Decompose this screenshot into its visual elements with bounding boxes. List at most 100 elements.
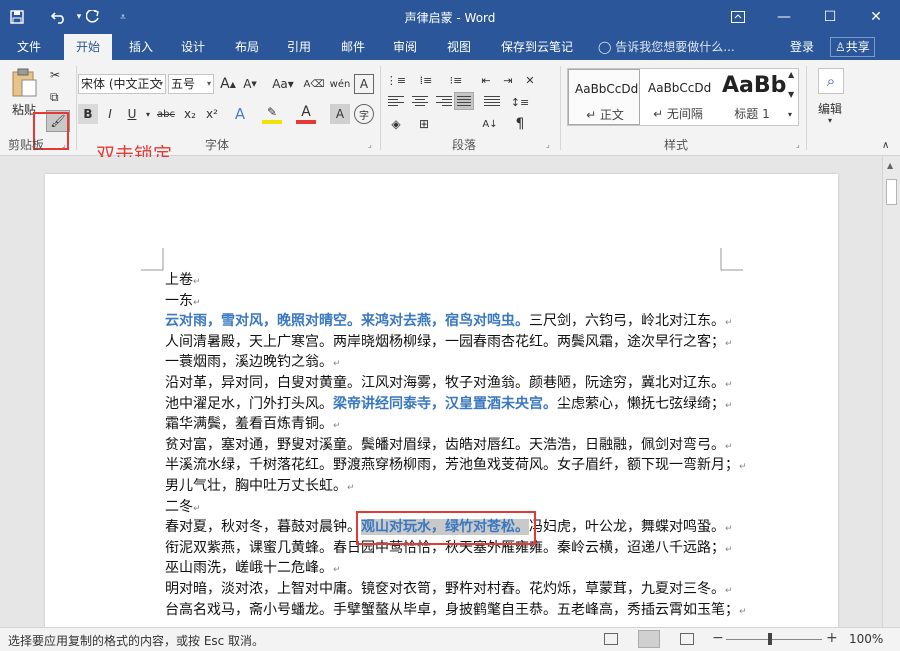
- subscript-button[interactable]: x₂: [180, 104, 200, 124]
- zoom-out-icon[interactable]: −: [712, 630, 724, 646]
- tab-save-to-cloud[interactable]: 保存到云笔记: [494, 34, 580, 60]
- gallery-scroll-down-icon[interactable]: ▼: [788, 90, 794, 99]
- bullets-icon[interactable]: ⋮≡: [386, 70, 406, 90]
- document-line[interactable]: 男儿气壮，胸中吐万丈长虹。↵: [165, 476, 725, 497]
- strikethrough-button[interactable]: abc: [154, 104, 178, 124]
- document-line[interactable]: 霜华满鬓，羞看百炼青铜。↵: [165, 414, 725, 435]
- clipboard-launcher-icon[interactable]: ⌟: [62, 140, 66, 149]
- tab-references[interactable]: 引用: [278, 34, 320, 60]
- enclose-characters-icon[interactable]: 字: [354, 104, 374, 124]
- close-button[interactable]: ✕: [856, 4, 896, 30]
- document-line[interactable]: 贫对富，塞对通，野叟对溪童。鬓皤对眉绿，齿皓对唇红。天浩浩，日融融，佩剑对弯弓。…: [165, 435, 733, 456]
- styles-launcher-icon[interactable]: ⌟: [796, 140, 800, 149]
- increase-indent-icon[interactable]: ⇥: [498, 70, 518, 90]
- bold-button[interactable]: B: [78, 104, 98, 124]
- editing-dropdown-icon[interactable]: ▾: [828, 116, 832, 125]
- web-layout-icon[interactable]: [680, 633, 694, 645]
- justify-icon[interactable]: [454, 92, 474, 110]
- ribbon-display-options-icon[interactable]: [718, 4, 758, 30]
- tab-view[interactable]: 视图: [438, 34, 480, 60]
- character-shading-icon[interactable]: A: [330, 104, 350, 124]
- gallery-more-icon[interactable]: ▾: [788, 110, 792, 119]
- align-left-icon[interactable]: [388, 96, 404, 108]
- tab-layout[interactable]: 布局: [226, 34, 268, 60]
- read-mode-icon[interactable]: [604, 633, 618, 645]
- editing-button[interactable]: 编辑: [818, 100, 842, 117]
- maximize-button[interactable]: ☐: [810, 4, 850, 30]
- document-line[interactable]: 明对暗，淡对浓，上智对中庸。镜奁对衣笥，野杵对村舂。花灼烁，草蒙茸，九夏对三冬。…: [165, 579, 733, 600]
- phonetic-guide-icon[interactable]: wén: [330, 74, 351, 94]
- align-center-icon[interactable]: [412, 96, 428, 108]
- font-name-combo[interactable]: 宋体 (中文正文 ▾: [78, 74, 166, 94]
- distributed-icon[interactable]: [484, 96, 500, 108]
- chinese-layout-icon[interactable]: ✕: [520, 70, 540, 90]
- highlight-color-icon[interactable]: ✎: [262, 104, 282, 124]
- paragraph-launcher-icon[interactable]: ⌟: [546, 140, 550, 149]
- zoom-slider[interactable]: [726, 639, 822, 640]
- minimize-button[interactable]: —: [764, 4, 804, 30]
- document-line[interactable]: 池中濯足水，门外打头风。梁帝讲经同泰寺，汉皇置酒未央宫。尘虑萦心，懒抚七弦绿绮；…: [165, 394, 733, 415]
- decrease-indent-icon[interactable]: ⇤: [476, 70, 496, 90]
- style-heading-1[interactable]: AaBb 标题 1: [716, 69, 798, 125]
- tab-file[interactable]: 文件: [8, 34, 50, 60]
- share-button[interactable]: ♙共享: [830, 37, 875, 57]
- copy-icon[interactable]: ⧉: [50, 90, 59, 105]
- search-icon[interactable]: ⌕: [818, 68, 844, 94]
- cut-icon[interactable]: ✂: [50, 68, 60, 82]
- font-color-icon[interactable]: A: [296, 104, 316, 124]
- document-line[interactable]: 一东↵: [165, 291, 725, 312]
- margin-corner-mark: [141, 248, 164, 271]
- tab-mailings[interactable]: 邮件: [332, 34, 374, 60]
- document-line[interactable]: 上卷↵: [165, 270, 725, 291]
- tab-design[interactable]: 设计: [172, 34, 214, 60]
- login-link[interactable]: 登录: [790, 34, 814, 60]
- paste-icon[interactable]: [10, 68, 40, 98]
- document-line[interactable]: 半溪流水绿，千树落花红。野渡燕穿杨柳雨，芳池鱼戏芰荷风。女子眉纤，额下现一弯新月…: [165, 455, 747, 476]
- highlighted-text: 云对雨，雪对风，晚照对晴空。来鸿对去燕，宿鸟对鸣虫。: [165, 313, 529, 330]
- document-line[interactable]: 沿对革，异对同，白叟对黄童。江风对海雾，牧子对渔翁。颜巷陋，阮途穷，冀北对辽东。…: [165, 373, 733, 394]
- tab-home[interactable]: 开始: [64, 34, 112, 60]
- vertical-scrollbar[interactable]: ▲: [882, 157, 900, 627]
- scroll-thumb[interactable]: [886, 179, 897, 205]
- shrink-font-icon[interactable]: A ▼: [240, 74, 260, 94]
- collapse-ribbon-icon[interactable]: ∧: [882, 140, 889, 151]
- zoom-in-icon[interactable]: +: [826, 630, 838, 646]
- borders-icon[interactable]: ⊞: [414, 114, 434, 134]
- shading-icon[interactable]: ◈: [386, 114, 406, 134]
- print-layout-icon[interactable]: [638, 630, 660, 648]
- document-line[interactable]: 一蓑烟雨，溪边晚钓之翁。↵: [165, 352, 725, 373]
- align-right-icon[interactable]: [436, 96, 452, 108]
- gallery-scroll-up-icon[interactable]: ▲: [788, 70, 794, 79]
- font-launcher-icon[interactable]: ⌟: [368, 140, 372, 149]
- document-line[interactable]: 人间清暑殿，天上广寒宫。两岸晓烟杨柳绿，一园春雨杏花红。两鬓风霜，途次早行之客；…: [165, 332, 733, 353]
- scroll-up-icon[interactable]: ▲: [887, 161, 893, 170]
- document-line[interactable]: 巫山雨洗，嵯峨十二危峰。↵: [165, 558, 725, 579]
- clear-formatting-icon[interactable]: A⌫: [304, 74, 325, 94]
- document-body[interactable]: 上卷↵ 一东↵ 云对雨，雪对风，晚照对晴空。来鸿对去燕，宿鸟对鸣虫。三尺剑，六钧弓，…: [165, 270, 747, 621]
- sort-icon[interactable]: A↓: [480, 114, 500, 134]
- zoom-level[interactable]: 100%: [849, 632, 883, 646]
- line-spacing-icon[interactable]: ↕≡: [510, 92, 530, 112]
- tell-me-box[interactable]: ◯ 告诉我您想要做什么...: [598, 34, 735, 60]
- tab-insert[interactable]: 插入: [120, 34, 162, 60]
- text-run: 贫对富，塞对通，野叟对溪童。鬓皤对眉绿，齿皓对唇红。天浩浩，日融融，佩剑对弯弓。: [165, 436, 725, 453]
- character-border-icon[interactable]: A: [354, 74, 374, 94]
- style-preview: AaBbCcDd: [575, 82, 639, 96]
- grow-font-icon[interactable]: A ▲: [218, 74, 238, 94]
- document-line[interactable]: 云对雨，雪对风，晚照对晴空。来鸿对去燕，宿鸟对鸣虫。三尺剑，六钧弓，岭北对江东。…: [165, 311, 733, 332]
- zoom-slider-thumb[interactable]: [768, 633, 772, 645]
- tab-review[interactable]: 审阅: [384, 34, 426, 60]
- text-effects-icon[interactable]: A: [230, 104, 250, 124]
- paragraph-marks-icon[interactable]: ¶: [510, 114, 530, 134]
- italic-button[interactable]: I: [100, 104, 120, 124]
- chevron-down-icon: ▾: [158, 79, 163, 88]
- document-page[interactable]: 上卷↵ 一东↵ 云对雨，雪对风，晚照对晴空。来鸿对去燕，宿鸟对鸣虫。三尺剑，六钧弓，…: [45, 174, 838, 627]
- multilevel-list-icon[interactable]: ⁝≡: [446, 70, 466, 90]
- font-size-combo[interactable]: 五号 ▾: [168, 74, 214, 94]
- superscript-button[interactable]: x²: [202, 104, 222, 124]
- change-case-icon[interactable]: Aa▾: [270, 74, 296, 94]
- style-normal[interactable]: AaBbCcDd ↵ 正文: [568, 69, 640, 125]
- style-no-spacing[interactable]: AaBbCcDd ↵ 无间隔: [642, 69, 714, 125]
- document-line[interactable]: 台高名戏马，斋小号蟠龙。手擘蟹螯从毕卓，身披鹤氅自王恭。五老峰高，秀插云霄如玉笔…: [165, 600, 747, 621]
- numbering-icon[interactable]: ⁞≡: [416, 70, 436, 90]
